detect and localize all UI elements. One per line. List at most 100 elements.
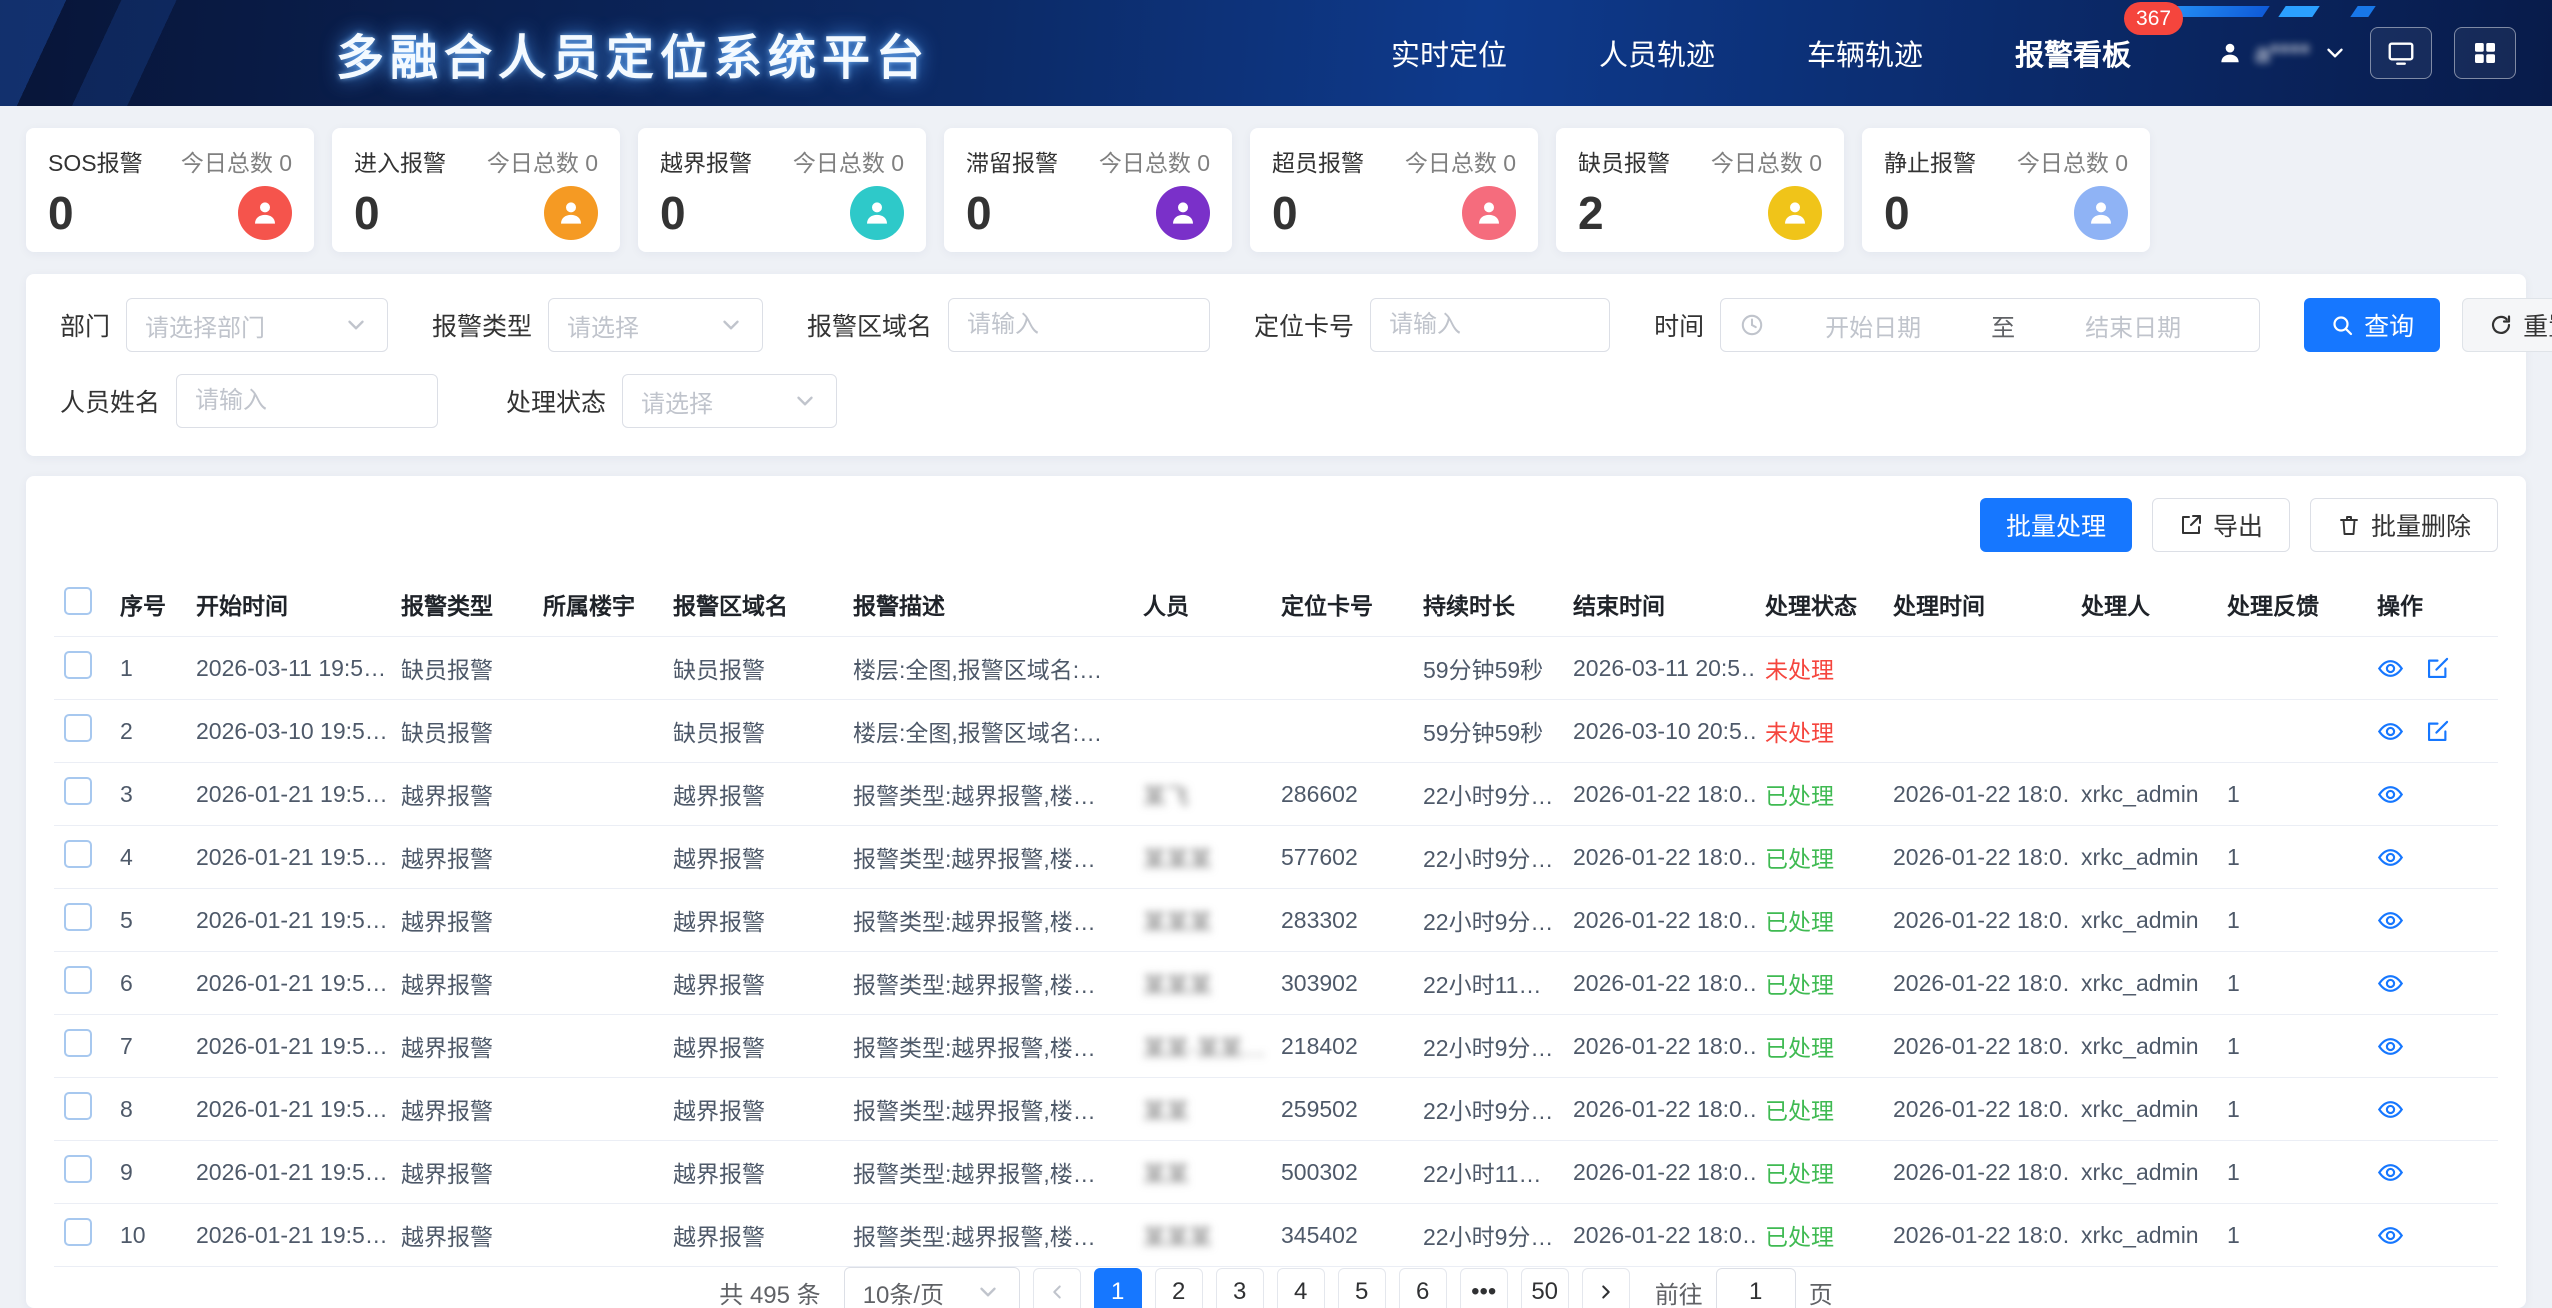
nav-realtime-location[interactable]: 实时定位 xyxy=(1391,32,1507,74)
alarm-table: 序号 开始时间 报警类型 所属楼宇 报警区域名 报警描述 人员 定位卡号 持续时… xyxy=(54,572,2498,1267)
page-button-2[interactable]: 2 xyxy=(1155,1268,1203,1308)
cell-feedback: 1 xyxy=(2217,1204,2367,1267)
view-icon[interactable] xyxy=(2377,907,2404,934)
cell-duration: 22小时11… xyxy=(1413,952,1563,1015)
person-name-input[interactable] xyxy=(195,387,419,415)
next-page-button[interactable] xyxy=(1582,1268,1630,1308)
row-checkbox[interactable] xyxy=(64,1155,92,1183)
cell-duration: 22小时9分… xyxy=(1413,1078,1563,1141)
stat-title: 越界报警 xyxy=(660,144,752,178)
col-building: 所属楼宇 xyxy=(533,572,663,637)
view-icon[interactable] xyxy=(2377,1096,2404,1123)
apps-grid-button[interactable] xyxy=(2454,27,2516,79)
cell-duration: 22小时9分… xyxy=(1413,826,1563,889)
more-pages-button[interactable]: ••• xyxy=(1460,1268,1508,1308)
cell-status: 已处理 xyxy=(1755,889,1883,952)
view-icon[interactable] xyxy=(2377,1222,2404,1249)
cell-feedback: 1 xyxy=(2217,1141,2367,1204)
cell-area-name: 越界报警 xyxy=(663,763,843,826)
prev-page-button[interactable] xyxy=(1033,1268,1081,1308)
nav-person-track[interactable]: 人员轨迹 xyxy=(1599,32,1715,74)
alarm-area-input[interactable] xyxy=(967,311,1191,339)
batch-delete-icon xyxy=(2337,513,2361,537)
stat-value: 0 xyxy=(660,186,686,240)
page-size-select[interactable]: 10条/页 xyxy=(844,1267,1020,1308)
cell-handle-time xyxy=(1883,700,2071,763)
cell-person: 某飞 xyxy=(1133,763,1271,826)
header-decoration xyxy=(2350,6,2375,17)
edit-icon[interactable] xyxy=(2424,655,2451,682)
row-checkbox[interactable] xyxy=(64,651,92,679)
user-avatar-icon xyxy=(2217,40,2243,66)
reset-button[interactable]: 重置 xyxy=(2462,298,2552,352)
view-icon[interactable] xyxy=(2377,781,2404,808)
handle-status-select[interactable]: 请选择 xyxy=(622,374,837,428)
cell-duration: 22小时9分… xyxy=(1413,1015,1563,1078)
batch-delete-button[interactable]: 批量删除 xyxy=(2310,498,2498,552)
cell-status: 已处理 xyxy=(1755,952,1883,1015)
view-icon[interactable] xyxy=(2377,1033,2404,1060)
export-icon xyxy=(2179,513,2203,537)
cell-description: 报警类型:越界报警,楼… xyxy=(843,952,1133,1015)
export-button[interactable]: 导出 xyxy=(2152,498,2290,552)
cell-building xyxy=(533,700,663,763)
cell-alarm-type: 越界报警 xyxy=(391,826,533,889)
cell-status: 已处理 xyxy=(1755,1078,1883,1141)
department-select[interactable]: 请选择部门 xyxy=(126,298,388,352)
user-menu[interactable]: a**** xyxy=(2217,38,2348,69)
view-icon[interactable] xyxy=(2377,718,2404,745)
clock-icon xyxy=(1739,312,1765,338)
stat-card-cross-border: 越界报警今日总数 0 0 xyxy=(638,128,926,252)
row-checkbox[interactable] xyxy=(64,714,92,742)
row-checkbox[interactable] xyxy=(64,1029,92,1057)
time-range-picker[interactable]: 开始日期 至 结束日期 xyxy=(1720,298,2260,352)
select-all-checkbox[interactable] xyxy=(64,587,92,615)
nav-vehicle-track[interactable]: 车辆轨迹 xyxy=(1807,32,1923,74)
user-name: a**** xyxy=(2255,38,2310,69)
cell-person: 某某某 xyxy=(1133,1204,1271,1267)
page-button-50[interactable]: 50 xyxy=(1521,1268,1569,1308)
cell-building xyxy=(533,1015,663,1078)
row-checkbox[interactable] xyxy=(64,903,92,931)
page-title: 多融合人员定位系统平台 xyxy=(336,18,930,88)
row-checkbox[interactable] xyxy=(64,777,92,805)
view-icon[interactable] xyxy=(2377,1159,2404,1186)
nav-alarm-board[interactable]: 报警看板 367 xyxy=(2015,32,2131,74)
alarm-type-select[interactable]: 请选择 xyxy=(548,298,763,352)
page-button-5[interactable]: 5 xyxy=(1338,1268,1386,1308)
row-checkbox[interactable] xyxy=(64,1092,92,1120)
goto-page-input[interactable] xyxy=(1716,1268,1796,1308)
stat-value: 0 xyxy=(354,186,380,240)
stat-subtitle: 今日总数 0 xyxy=(1099,144,1210,178)
cell-handle-time: 2026-01-22 18:0… xyxy=(1883,763,2071,826)
cell-building xyxy=(533,763,663,826)
pagination: 共 495 条 10条/页 1 2 3 4 5 6 ••• 50 前往 页 xyxy=(54,1267,2498,1308)
cell-area-name: 越界报警 xyxy=(663,1015,843,1078)
stat-subtitle: 今日总数 0 xyxy=(1711,144,1822,178)
edit-icon[interactable] xyxy=(2424,718,2451,745)
table-row: 9 2026-01-21 19:5… 越界报警 越界报警 报警类型:越界报警,楼… xyxy=(54,1141,2498,1204)
card-no-input[interactable] xyxy=(1389,311,1591,339)
page-button-4[interactable]: 4 xyxy=(1277,1268,1325,1308)
page-button-6[interactable]: 6 xyxy=(1399,1268,1447,1308)
batch-process-button[interactable]: 批量处理 xyxy=(1980,498,2132,552)
view-icon[interactable] xyxy=(2377,970,2404,997)
main-nav: 实时定位 人员轨迹 车辆轨迹 报警看板 367 xyxy=(1391,32,2131,74)
row-checkbox[interactable] xyxy=(64,966,92,994)
cell-handle-time: 2026-01-22 18:0… xyxy=(1883,1204,2071,1267)
monitor-button[interactable] xyxy=(2370,27,2432,79)
cell-feedback xyxy=(2217,637,2367,700)
view-icon[interactable] xyxy=(2377,655,2404,682)
row-checkbox[interactable] xyxy=(64,840,92,868)
understaffed-alarm-icon xyxy=(1768,186,1822,240)
cell-area-name: 缺员报警 xyxy=(663,700,843,763)
page-button-1[interactable]: 1 xyxy=(1094,1268,1142,1308)
search-button[interactable]: 查询 xyxy=(2304,298,2440,352)
table-row: 8 2026-01-21 19:5… 越界报警 越界报警 报警类型:越界报警,楼… xyxy=(54,1078,2498,1141)
cell-card-no: 218402 xyxy=(1271,1015,1413,1078)
view-icon[interactable] xyxy=(2377,844,2404,871)
grid-icon xyxy=(2470,38,2500,68)
alarm-type-label: 报警类型 xyxy=(432,307,532,343)
page-button-3[interactable]: 3 xyxy=(1216,1268,1264,1308)
row-checkbox[interactable] xyxy=(64,1218,92,1246)
